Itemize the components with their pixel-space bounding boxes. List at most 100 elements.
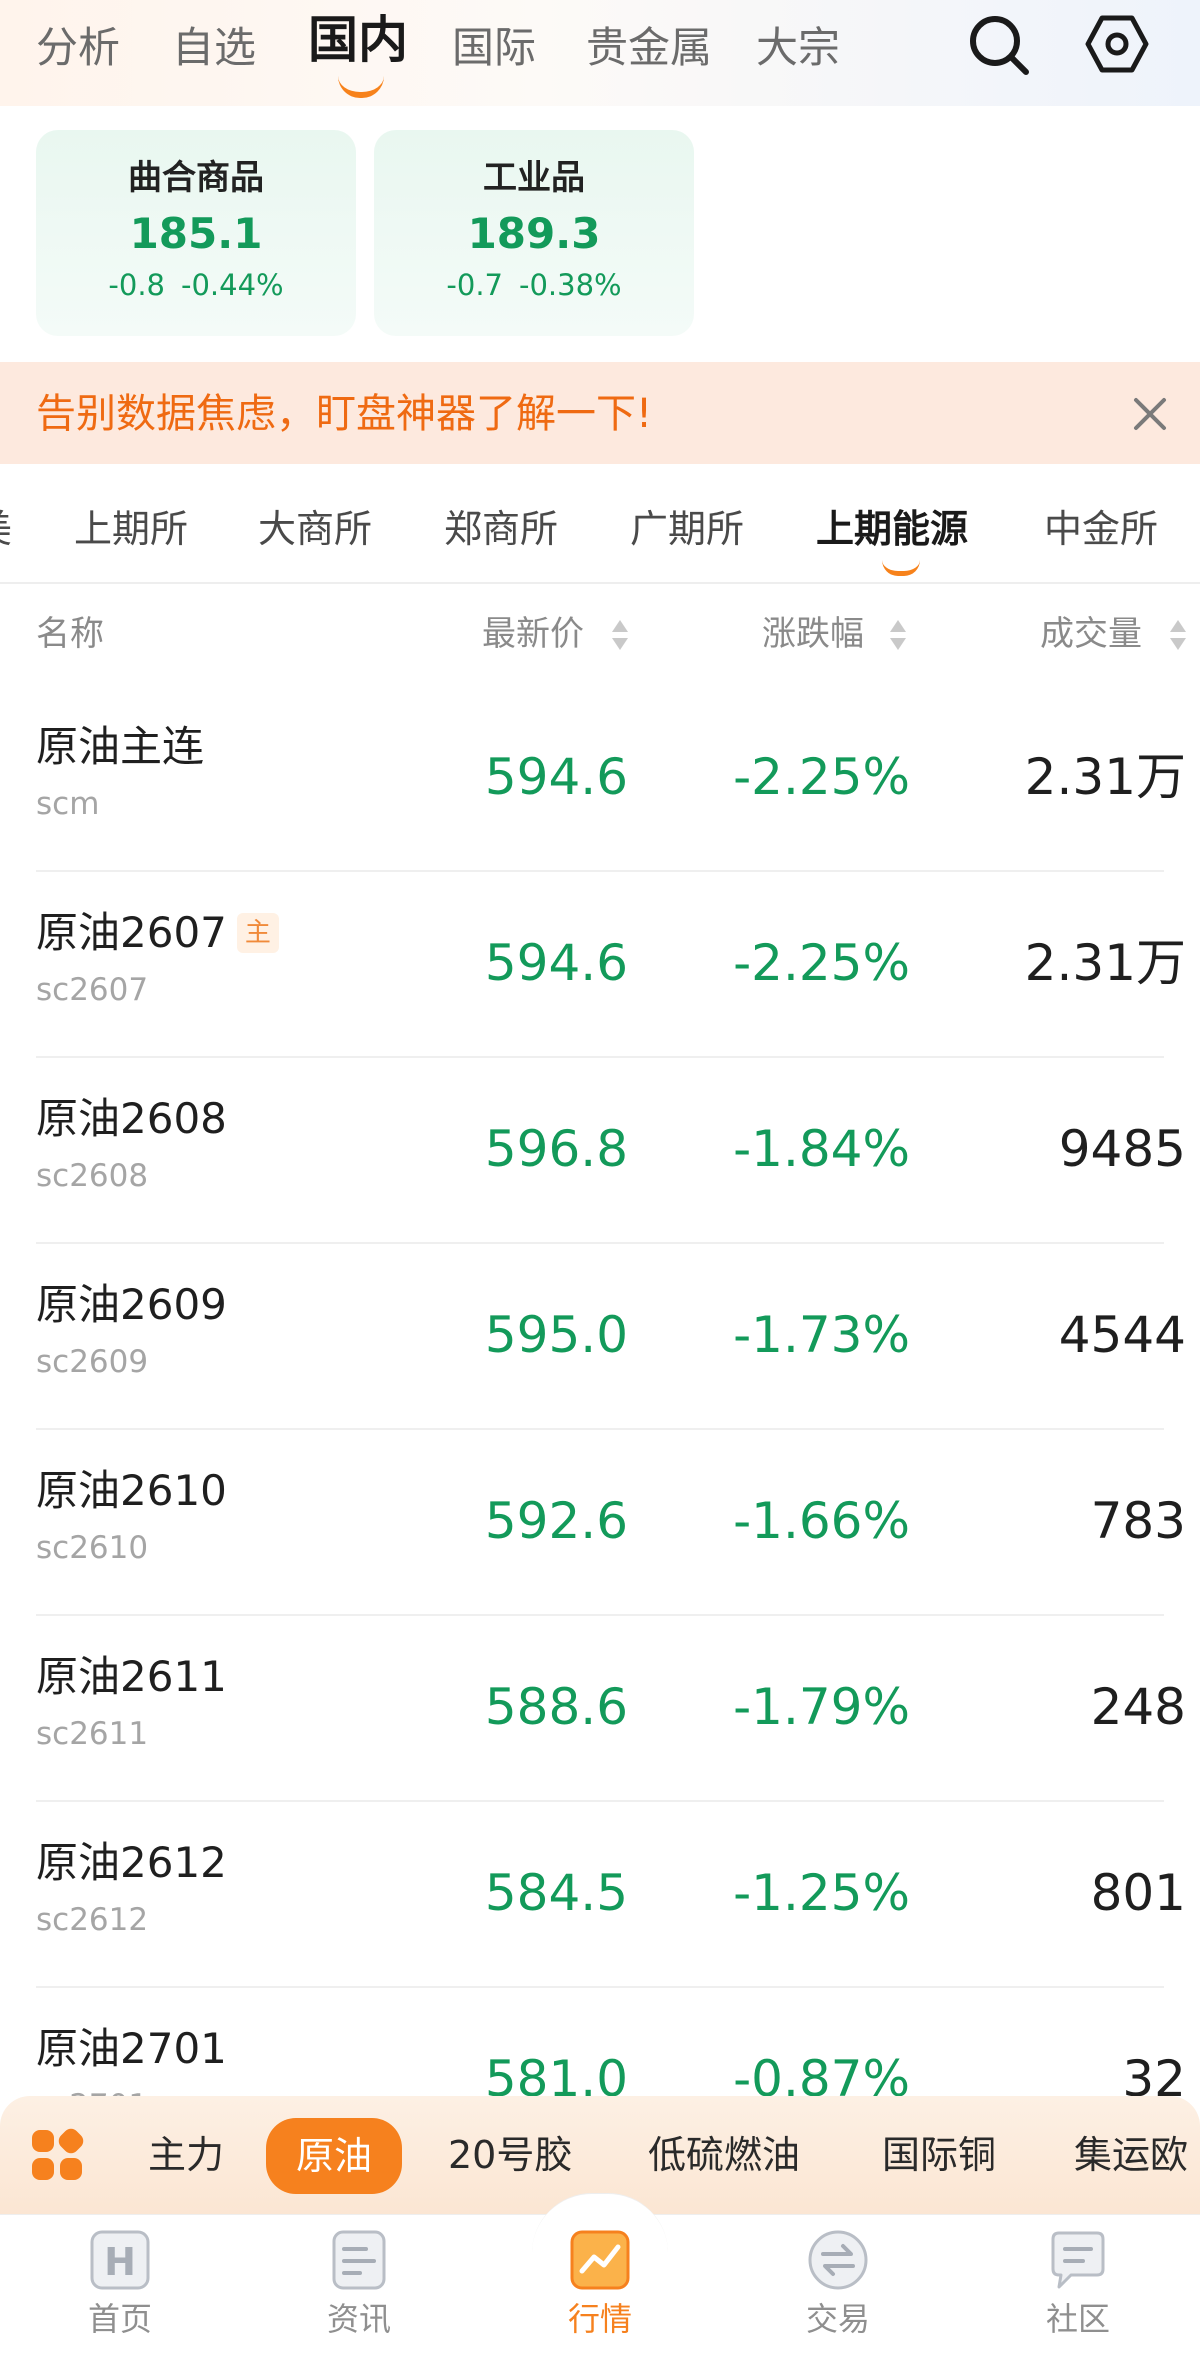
contract-name-text: 原油2612 bbox=[36, 1838, 227, 1887]
table-row[interactable]: 原油2612 sc2612 584.5 -1.25% 801 bbox=[0, 1802, 1200, 1988]
table-row[interactable]: 原油2701 sc2701 581.0 -0.87% 32 bbox=[0, 1988, 1200, 2096]
contract-code: sc2608 bbox=[36, 1158, 149, 1194]
settings-hexagon-icon[interactable] bbox=[1082, 10, 1152, 80]
sort-arrows-icon[interactable] bbox=[610, 618, 630, 652]
index-price: 185.1 bbox=[129, 209, 263, 258]
table-header: 名称 最新价 涨跌幅 成交量 bbox=[0, 586, 1200, 686]
change-pct: -1.25% bbox=[733, 1864, 910, 1922]
contract-name: 原油2701 bbox=[36, 2022, 227, 2076]
grid-menu-icon[interactable] bbox=[30, 2128, 84, 2182]
change-pct: -2.25% bbox=[733, 934, 910, 992]
change-pct: -1.79% bbox=[733, 1678, 910, 1736]
contract-name: 原油2607 主 bbox=[36, 906, 279, 960]
nav-market[interactable]: 行情 bbox=[520, 2227, 680, 2339]
index-card[interactable]: 曲合商品 185.1 -0.8 -0.44% bbox=[36, 130, 356, 336]
promo-banner-text: 告别数据焦虑，盯盘神器了解一下! bbox=[36, 391, 653, 437]
tab-international[interactable]: 国际 bbox=[452, 18, 536, 78]
index-change-value: -0.7 bbox=[446, 268, 503, 302]
contract-name-text: 原油2610 bbox=[36, 1466, 227, 1515]
main-contract-badge: 主 bbox=[236, 913, 279, 953]
index-cards: 曲合商品 185.1 -0.8 -0.44% 工业品 189.3 -0.7 -0.3… bbox=[0, 106, 1200, 362]
table-row[interactable]: 原油2607 主 sc2607 594.6 -2.25% 2.31万 bbox=[0, 872, 1200, 1058]
tab-precious-metals[interactable]: 贵金属 bbox=[586, 18, 712, 78]
last-price: 584.5 bbox=[484, 1864, 628, 1922]
index-price: 189.3 bbox=[467, 209, 601, 258]
exchange-tab-partial[interactable]: 美 bbox=[0, 504, 12, 554]
change-pct: -2.25% bbox=[733, 748, 910, 806]
last-price: 592.6 bbox=[484, 1492, 628, 1550]
promo-banner[interactable]: 告别数据焦虑，盯盘神器了解一下! bbox=[0, 362, 1200, 464]
index-name: 曲合商品 bbox=[128, 158, 264, 198]
tab-domestic[interactable]: 国内 bbox=[308, 10, 408, 70]
index-card[interactable]: 工业品 189.3 -0.7 -0.38% bbox=[374, 130, 694, 336]
exchange-tab-dce[interactable]: 大商所 bbox=[258, 504, 372, 554]
last-price: 594.6 bbox=[484, 748, 628, 806]
contract-name: 原油2610 bbox=[36, 1464, 227, 1518]
last-price: 588.6 bbox=[484, 1678, 628, 1736]
close-icon[interactable] bbox=[1128, 392, 1172, 436]
change-pct: -0.87% bbox=[733, 2050, 910, 2096]
category-crude-oil[interactable]: 原油 bbox=[266, 2118, 403, 2194]
header-pct[interactable]: 涨跌幅 bbox=[762, 610, 864, 658]
header-price[interactable]: 最新价 bbox=[482, 610, 584, 658]
market-chart-icon bbox=[570, 2230, 630, 2290]
header-volume[interactable]: 成交量 bbox=[1040, 610, 1142, 658]
category-container-freight[interactable]: 集运欧 bbox=[1074, 2126, 1188, 2184]
volume: 4544 bbox=[1058, 1306, 1186, 1364]
change-pct: -1.84% bbox=[733, 1120, 910, 1178]
nav-label: 首页 bbox=[87, 2300, 152, 2338]
contract-name-text: 原油2609 bbox=[36, 1280, 227, 1329]
table-row[interactable]: 原油主连 scm 594.6 -2.25% 2.31万 bbox=[0, 686, 1200, 872]
tab-analysis[interactable]: 分析 bbox=[36, 18, 120, 78]
index-change-pct: -0.38% bbox=[519, 268, 622, 302]
contract-code: sc2610 bbox=[36, 1530, 149, 1566]
volume: 2.31万 bbox=[1024, 934, 1186, 992]
header-name: 名称 bbox=[36, 614, 104, 654]
volume: 32 bbox=[1122, 2050, 1186, 2096]
category-main[interactable]: 主力 bbox=[148, 2126, 224, 2184]
category-intl-copper[interactable]: 国际铜 bbox=[882, 2126, 996, 2184]
quote-list: 原油主连 scm 594.6 -2.25% 2.31万 原油2607 主 sc26… bbox=[0, 686, 1200, 2096]
nav-community[interactable]: 社区 bbox=[998, 2227, 1158, 2339]
nav-label: 社区 bbox=[1045, 2300, 1110, 2338]
volume: 248 bbox=[1090, 1678, 1186, 1736]
table-row[interactable]: 原油2610 sc2610 592.6 -1.66% 783 bbox=[0, 1430, 1200, 1616]
volume: 9485 bbox=[1058, 1120, 1186, 1178]
tab-commodities[interactable]: 大宗 bbox=[756, 18, 840, 78]
bottom-nav: H 首页 资讯 行情 交易 社区 bbox=[0, 2193, 1200, 2364]
index-change-pct: -0.44% bbox=[181, 268, 284, 302]
community-chat-icon bbox=[1051, 2231, 1105, 2289]
category-low-sulfur-fuel[interactable]: 低硫燃油 bbox=[648, 2126, 800, 2184]
contract-name-text: 原油2701 bbox=[36, 2024, 227, 2073]
search-icon[interactable] bbox=[964, 10, 1034, 80]
sort-arrows-icon[interactable] bbox=[888, 618, 908, 652]
exchange-tab-gfex[interactable]: 广期所 bbox=[630, 504, 744, 554]
category-rubber-20[interactable]: 20号胶 bbox=[448, 2126, 572, 2184]
home-h-icon: H bbox=[90, 2230, 150, 2290]
exchange-tab-ine[interactable]: 上期能源 bbox=[816, 504, 968, 554]
table-row[interactable]: 原油2609 sc2609 595.0 -1.73% 4544 bbox=[0, 1244, 1200, 1430]
table-row[interactable]: 原油2611 sc2611 588.6 -1.79% 248 bbox=[0, 1616, 1200, 1802]
volume: 2.31万 bbox=[1024, 748, 1186, 806]
last-price: 594.6 bbox=[484, 934, 628, 992]
nav-news[interactable]: 资讯 bbox=[279, 2227, 439, 2339]
nav-trade[interactable]: 交易 bbox=[758, 2227, 918, 2339]
last-price: 595.0 bbox=[484, 1306, 628, 1364]
change-pct: -1.66% bbox=[733, 1492, 910, 1550]
tab-watchlist[interactable]: 自选 bbox=[172, 18, 256, 78]
sort-arrows-icon[interactable] bbox=[1168, 618, 1188, 652]
contract-name: 原油2608 bbox=[36, 1092, 227, 1146]
index-change: -0.8 -0.44% bbox=[36, 266, 356, 304]
contract-name: 原油2611 bbox=[36, 1650, 227, 1704]
exchange-tab-cffex[interactable]: 中金所 bbox=[1044, 504, 1158, 554]
exchange-tab-shfe[interactable]: 上期所 bbox=[74, 504, 188, 554]
contract-code: sc2612 bbox=[36, 1902, 149, 1938]
last-price: 581.0 bbox=[484, 2050, 628, 2096]
contract-name-text: 原油2608 bbox=[36, 1094, 227, 1143]
top-nav: 分析 自选 国内 国际 贵金属 大宗 bbox=[0, 0, 1200, 106]
nav-home[interactable]: H 首页 bbox=[40, 2227, 200, 2339]
table-row[interactable]: 原油2608 sc2608 596.8 -1.84% 9485 bbox=[0, 1058, 1200, 1244]
contract-name: 原油2612 bbox=[36, 1836, 227, 1890]
index-name: 工业品 bbox=[483, 158, 585, 198]
exchange-tab-czce[interactable]: 郑商所 bbox=[444, 504, 558, 554]
